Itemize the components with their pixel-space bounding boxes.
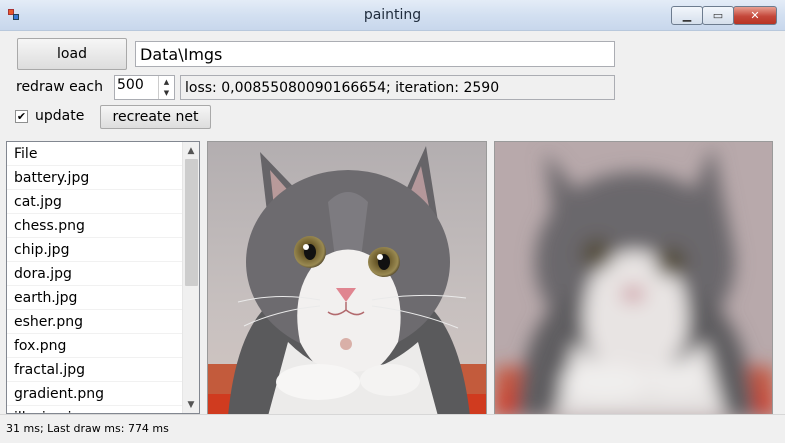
- list-item[interactable]: illusion.jpg: [7, 406, 199, 413]
- stepper-down-icon[interactable]: ▼: [159, 88, 174, 100]
- window-title: painting: [363, 7, 422, 23]
- minimize-button[interactable]: ▁: [671, 6, 703, 25]
- list-item[interactable]: earth.jpg: [7, 286, 199, 310]
- update-label: update: [35, 108, 85, 124]
- painted-image: [494, 141, 773, 415]
- list-item[interactable]: chess.png: [7, 214, 199, 238]
- status-bar: 31 ms; Last draw ms: 774 ms: [0, 414, 785, 443]
- list-item[interactable]: fractal.jpg: [7, 358, 199, 382]
- redraw-value: 500: [117, 77, 144, 93]
- source-image: [207, 141, 487, 415]
- scroll-down-icon[interactable]: ▼: [183, 396, 199, 413]
- load-button[interactable]: load: [17, 38, 127, 70]
- path-input[interactable]: Data\Imgs: [135, 41, 615, 67]
- list-item[interactable]: dora.jpg: [7, 262, 199, 286]
- redraw-stepper[interactable]: 500 ▲ ▼: [114, 75, 175, 100]
- list-item[interactable]: fox.png: [7, 334, 199, 358]
- close-button[interactable]: ✕: [733, 6, 777, 25]
- list-item[interactable]: chip.jpg: [7, 238, 199, 262]
- list-item[interactable]: cat.jpg: [7, 190, 199, 214]
- list-item[interactable]: esher.png: [7, 310, 199, 334]
- loss-display: loss: 0,00855080090166654; iteration: 25…: [180, 75, 615, 100]
- main-form: load Data\Imgs redraw each 500 ▲ ▼ loss:…: [6, 31, 779, 437]
- file-listbox[interactable]: File battery.jpg cat.jpg chess.png chip.…: [6, 141, 200, 414]
- scroll-up-icon[interactable]: ▲: [183, 142, 199, 159]
- maximize-icon: ▭: [712, 9, 724, 22]
- list-item[interactable]: battery.jpg: [7, 166, 199, 190]
- recreate-net-button[interactable]: recreate net: [100, 105, 211, 129]
- close-icon: ✕: [750, 9, 760, 22]
- minimize-icon: ▁: [682, 9, 692, 22]
- maximize-button[interactable]: ▭: [702, 6, 734, 25]
- list-scrollbar[interactable]: ▲ ▼: [182, 142, 199, 413]
- redraw-label: redraw each: [16, 79, 103, 95]
- list-item[interactable]: gradient.png: [7, 382, 199, 406]
- list-header: File: [7, 142, 199, 166]
- checkmark-icon: ✔: [16, 110, 27, 123]
- title-bar: painting ▁ ▭ ✕: [0, 0, 785, 31]
- scroll-thumb[interactable]: [185, 159, 198, 286]
- update-checkbox[interactable]: ✔: [15, 110, 28, 123]
- stepper-up-icon[interactable]: ▲: [159, 76, 174, 88]
- status-text: 31 ms; Last draw ms: 774 ms: [6, 422, 169, 435]
